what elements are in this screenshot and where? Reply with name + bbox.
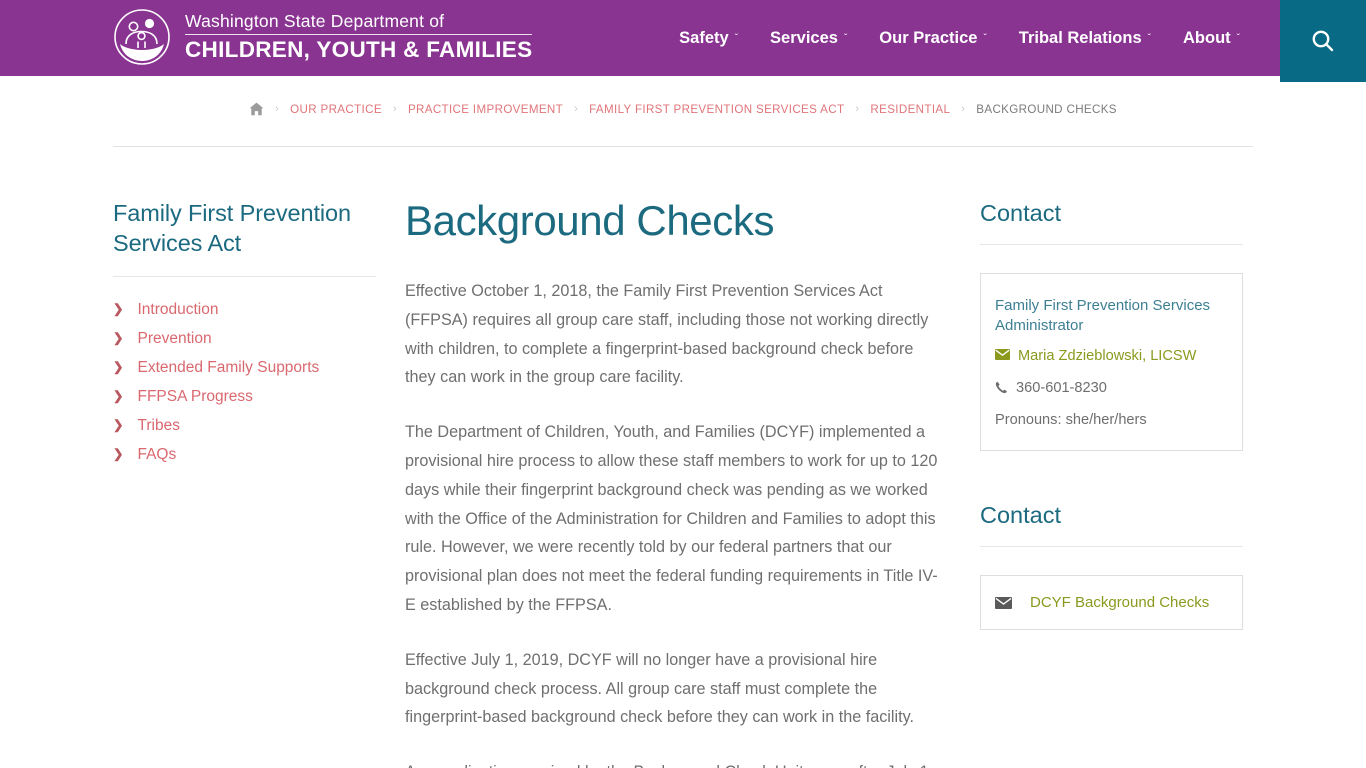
breadcrumb-separator: › bbox=[275, 103, 280, 115]
page-title: Background Checks bbox=[405, 197, 775, 244]
sidebar-divider bbox=[113, 276, 376, 278]
contact-card: Family First Prevention Services Adminis… bbox=[980, 273, 1243, 452]
phone-icon bbox=[995, 379, 1008, 394]
chevron-right-icon: ❯ bbox=[113, 360, 124, 375]
breadcrumb-item-family-first-prevention-services-act[interactable]: FAMILY FIRST PREVENTION SERVICES ACT bbox=[589, 103, 844, 116]
nav-label: About bbox=[1183, 28, 1231, 47]
contact-phone-row: 360-601-8230 bbox=[995, 379, 1228, 398]
chevron-right-icon: ❯ bbox=[113, 389, 124, 404]
chevron-down-icon: ˇ bbox=[983, 33, 987, 44]
sidebar-item-label[interactable]: Extended Family Supports bbox=[137, 359, 319, 377]
nav-label: Our Practice bbox=[879, 28, 978, 47]
site-logo[interactable]: Washington State Department of CHILDREN,… bbox=[113, 8, 533, 66]
contact-section-primary: Contact Family First Prevention Services… bbox=[980, 199, 1253, 452]
left-sidebar: Family First Prevention Services Act ❯ I… bbox=[113, 199, 376, 480]
breadcrumb-item-our-practice[interactable]: OUR PRACTICE bbox=[290, 103, 382, 116]
nav-item-about[interactable]: About ˇ bbox=[1167, 29, 1256, 48]
nav-item-tribal-relations[interactable]: Tribal Relations ˇ bbox=[1003, 29, 1167, 48]
right-sidebar: Contact Family First Prevention Services… bbox=[948, 199, 1253, 631]
nav-label: Safety bbox=[679, 28, 729, 47]
page-container: Family First Prevention Services Act ❯ I… bbox=[0, 146, 1366, 768]
content-paragraph-3: Effective July 1, 2019, DCYF will no lon… bbox=[405, 650, 914, 727]
breadcrumb-separator: › bbox=[961, 103, 966, 115]
chevron-right-icon: ❯ bbox=[113, 418, 124, 433]
chevron-down-icon: ˇ bbox=[734, 33, 739, 44]
contact-divider bbox=[980, 244, 1243, 246]
contact-section-secondary: Contact DCYF Background Checks bbox=[980, 501, 1253, 631]
chevron-down-icon: ˇ bbox=[843, 33, 848, 44]
logo-line-1: Washington State Department of bbox=[185, 12, 533, 35]
contact-email-link[interactable]: DCYF Background Checks bbox=[1030, 594, 1209, 611]
contact-pronouns: Pronouns: she/her/hers bbox=[995, 412, 1147, 429]
breadcrumb-item-practice-improvement[interactable]: PRACTICE IMPROVEMENT bbox=[408, 103, 563, 116]
contact-role: Family First Prevention Services Adminis… bbox=[995, 297, 1211, 334]
breadcrumb-item-background-checks: BACKGROUND CHECKS bbox=[976, 102, 1117, 116]
contact-pronouns-row: Pronouns: she/her/hers bbox=[995, 411, 1228, 430]
contact-divider bbox=[980, 546, 1243, 548]
search-button[interactable] bbox=[1280, 0, 1366, 82]
chevron-right-icon: ❯ bbox=[113, 302, 124, 317]
sidebar-item-introduction[interactable]: ❯ Introduction bbox=[113, 301, 376, 319]
contact-phone-number: 360-601-8230 bbox=[1016, 380, 1107, 397]
sidebar-item-label[interactable]: Introduction bbox=[137, 301, 218, 319]
contact-email-row[interactable]: Maria Zdzieblowski, LICSW bbox=[995, 347, 1228, 366]
breadcrumb-separator: › bbox=[574, 103, 579, 115]
nav-label: Tribal Relations bbox=[1018, 28, 1142, 47]
sidebar-item-prevention[interactable]: ❯ Prevention bbox=[113, 330, 376, 348]
contact-heading: Contact bbox=[980, 200, 1061, 226]
nav-item-our-practice[interactable]: Our Practice ˇ bbox=[863, 29, 1002, 48]
breadcrumb-separator: › bbox=[392, 103, 397, 115]
sidebar-title: Family First Prevention Services Act bbox=[113, 200, 351, 256]
breadcrumb-bar: › OUR PRACTICE › PRACTICE IMPROVEMENT › … bbox=[0, 76, 1366, 147]
nav-item-services[interactable]: Services ˇ bbox=[754, 29, 863, 48]
contact-heading: Contact bbox=[980, 502, 1061, 529]
sidebar-item-label[interactable]: Tribes bbox=[137, 417, 180, 435]
breadcrumb-home-icon[interactable] bbox=[249, 102, 264, 116]
sidebar-item-faqs[interactable]: ❯ FAQs bbox=[113, 446, 376, 464]
sidebar-item-label[interactable]: FFPSA Progress bbox=[137, 388, 252, 406]
nav-label: Services bbox=[770, 28, 838, 47]
content-paragraph-1: Effective October 1, 2018, the Family Fi… bbox=[405, 282, 929, 387]
sidebar-nav-list: ❯ Introduction ❯ Prevention ❯ Extended F… bbox=[113, 301, 376, 464]
sidebar-item-extended-family-supports[interactable]: ❯ Extended Family Supports bbox=[113, 359, 376, 377]
chevron-right-icon: ❯ bbox=[113, 331, 124, 346]
sidebar-item-label[interactable]: Prevention bbox=[137, 330, 211, 348]
contact-card: DCYF Background Checks bbox=[980, 575, 1243, 631]
chevron-down-icon: ˇ bbox=[1147, 33, 1151, 44]
dcyf-family-circle-logo-icon bbox=[113, 8, 171, 66]
chevron-down-icon: ˇ bbox=[1236, 33, 1240, 44]
main-navigation: Safety ˇ Services ˇ Our Practice ˇ Triba… bbox=[663, 0, 1256, 76]
sidebar-item-ffpsa-progress[interactable]: ❯ FFPSA Progress bbox=[113, 388, 376, 406]
main-content: Background Checks Effective October 1, 2… bbox=[376, 197, 948, 768]
chevron-right-icon: ❯ bbox=[113, 447, 124, 462]
sidebar-item-label[interactable]: FAQs bbox=[137, 446, 176, 464]
breadcrumb-separator: › bbox=[855, 103, 860, 115]
content-paragraph-2: The Department of Children, Youth, and F… bbox=[405, 423, 938, 615]
nav-item-safety[interactable]: Safety ˇ bbox=[663, 29, 754, 48]
envelope-icon bbox=[995, 347, 1010, 361]
content-paragraph-4: Any application received by the Backgrou… bbox=[405, 758, 948, 768]
breadcrumb: › OUR PRACTICE › PRACTICE IMPROVEMENT › … bbox=[0, 102, 1366, 116]
logo-line-2: CHILDREN, YOUTH & FAMILIES bbox=[185, 36, 533, 62]
envelope-icon bbox=[995, 596, 1012, 609]
contact-email-link[interactable]: Maria Zdzieblowski, LICSW bbox=[1018, 347, 1196, 366]
search-icon bbox=[1310, 28, 1336, 54]
sidebar-item-tribes[interactable]: ❯ Tribes bbox=[113, 417, 376, 435]
breadcrumb-item-residential[interactable]: RESIDENTIAL bbox=[870, 103, 950, 116]
site-header: Washington State Department of CHILDREN,… bbox=[0, 0, 1366, 82]
